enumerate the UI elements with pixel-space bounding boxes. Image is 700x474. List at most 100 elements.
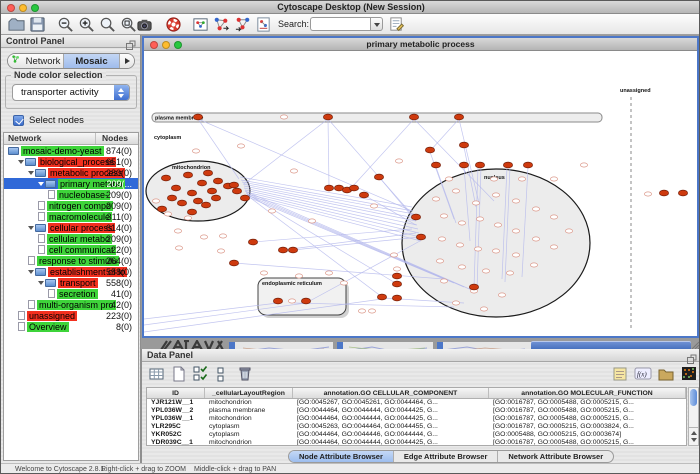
node[interactable] <box>580 163 587 167</box>
node[interactable] <box>393 267 400 271</box>
node[interactable] <box>278 247 287 253</box>
node[interactable] <box>157 206 166 212</box>
node[interactable] <box>445 177 452 181</box>
help-icon[interactable] <box>164 15 183 34</box>
node[interactable] <box>492 193 499 197</box>
more-tabs-arrow-icon[interactable] <box>120 54 134 68</box>
node[interactable] <box>340 281 347 285</box>
node[interactable] <box>288 299 295 303</box>
node[interactable] <box>193 198 202 204</box>
tree-row-macromolecule[interactable]: macromolecule311(0) <box>4 211 138 222</box>
tab-mosaic[interactable]: Mosaic <box>64 54 120 68</box>
node[interactable] <box>532 207 539 211</box>
float-panel-icon[interactable] <box>687 351 697 361</box>
table-row[interactable]: YLR295Ccytoplasm[GO:0045263, GO:0044464,… <box>147 423 686 431</box>
disclosure-triangle-icon[interactable] <box>38 281 44 285</box>
node[interactable] <box>349 185 358 191</box>
zoom-out-icon[interactable] <box>56 15 75 34</box>
node[interactable] <box>512 199 519 203</box>
node[interactable] <box>550 215 557 219</box>
tree-row-response-to-stimulu[interactable]: response to stimulu264(0) <box>4 255 138 266</box>
node[interactable] <box>425 147 434 153</box>
node[interactable] <box>678 190 687 196</box>
network-overview-icon[interactable] <box>191 15 210 34</box>
tree-row-cell-communicat[interactable]: cell communicat22(0) <box>4 244 138 255</box>
node[interactable] <box>480 307 487 311</box>
scrollbar-thumb[interactable] <box>690 389 697 406</box>
node[interactable] <box>211 195 220 201</box>
node[interactable] <box>268 209 275 213</box>
node[interactable] <box>392 295 401 301</box>
disclosure-triangle-icon[interactable] <box>28 270 34 274</box>
node[interactable] <box>565 229 572 233</box>
node[interactable] <box>175 246 182 250</box>
node[interactable] <box>390 253 397 257</box>
disclosure-triangle-icon[interactable] <box>38 182 44 186</box>
node[interactable] <box>518 177 525 181</box>
node[interactable] <box>492 249 499 253</box>
table-scrollbar[interactable] <box>688 387 699 446</box>
node[interactable] <box>167 195 176 201</box>
tree-row-unassigned[interactable]: unassigned223(0) <box>4 310 138 321</box>
disclosure-triangle-icon[interactable] <box>28 171 34 175</box>
tree-row-transport[interactable]: transport558(0) <box>4 277 138 288</box>
node[interactable] <box>201 202 210 208</box>
tree-row-overview[interactable]: Overview8(0) <box>4 321 138 332</box>
layout-icon-2[interactable] <box>233 15 252 34</box>
tree-row-primary-metabo[interactable]: primary metabo209(... <box>4 178 138 189</box>
save-session-icon[interactable] <box>28 15 47 34</box>
node[interactable] <box>469 284 478 290</box>
tree-row-cellular-metabo[interactable]: cellular metabo209(0) <box>4 233 138 244</box>
network-view-titlebar[interactable]: primary metabolic process <box>144 38 697 51</box>
node[interactable] <box>440 279 447 283</box>
float-panel-icon[interactable] <box>126 37 136 47</box>
node[interactable] <box>476 217 483 221</box>
node[interactable] <box>458 265 465 269</box>
attribute-notes-icon[interactable] <box>610 364 630 384</box>
unselect-attributes-icon[interactable] <box>213 364 233 384</box>
disclosure-triangle-icon[interactable] <box>18 160 24 164</box>
select-nodes-checkbox-row[interactable]: Select nodes <box>13 115 84 126</box>
node[interactable] <box>301 298 310 304</box>
node[interactable] <box>187 190 196 196</box>
node[interactable] <box>200 235 207 239</box>
node[interactable] <box>248 239 257 245</box>
function-builder-icon[interactable]: f(x) <box>633 364 653 384</box>
tree-row-cellular-process[interactable]: cellular process614(0) <box>4 222 138 233</box>
tree-row-establishment-of-lo[interactable]: establishment of lo558(0) <box>4 266 138 277</box>
node[interactable] <box>193 114 202 120</box>
annotation-icon[interactable] <box>387 15 406 34</box>
tree-col-nodes[interactable]: Nodes <box>96 133 138 144</box>
tree-col-network[interactable]: Network <box>4 133 96 144</box>
table-row[interactable]: YJR121W__1mitochondrion[GO:0045267, GO:0… <box>147 399 686 407</box>
node[interactable] <box>197 180 206 186</box>
layout-icon-1[interactable] <box>212 15 231 34</box>
node[interactable] <box>187 209 196 215</box>
node[interactable] <box>432 197 439 201</box>
node[interactable] <box>177 200 186 206</box>
node[interactable] <box>440 214 447 218</box>
tree-row-multi-organism-pro[interactable]: multi-organism pro42(0) <box>4 299 138 310</box>
node[interactable] <box>237 144 244 148</box>
node[interactable] <box>506 271 513 275</box>
attribute-grid-icon[interactable] <box>147 364 167 384</box>
import-attributes-icon[interactable] <box>656 364 676 384</box>
node[interactable] <box>550 245 557 249</box>
snapshot-icon[interactable] <box>135 15 154 34</box>
node[interactable] <box>452 189 459 193</box>
node[interactable] <box>325 271 332 275</box>
node[interactable] <box>530 263 537 267</box>
node[interactable] <box>217 249 224 253</box>
node[interactable] <box>213 178 222 184</box>
window-titlebar[interactable]: Cytoscape Desktop (New Session) <box>1 1 700 14</box>
node[interactable] <box>454 114 463 120</box>
search-input[interactable] <box>310 17 370 31</box>
node[interactable] <box>377 294 386 300</box>
node[interactable] <box>374 174 383 180</box>
node[interactable] <box>409 114 418 120</box>
node[interactable] <box>152 199 159 203</box>
node[interactable] <box>490 177 497 181</box>
node[interactable] <box>161 175 170 181</box>
node[interactable] <box>273 298 282 304</box>
vizmapper-icon[interactable] <box>254 15 273 34</box>
